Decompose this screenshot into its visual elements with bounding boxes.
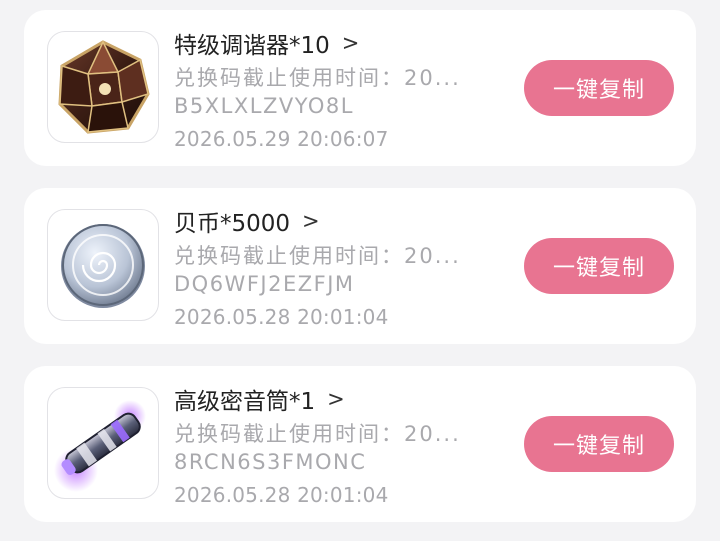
timestamp: 2026.05.28 20:01:04 bbox=[174, 483, 389, 507]
expiry-text: 兑换码截止使用时间：20... bbox=[174, 66, 461, 90]
gem-icon bbox=[58, 40, 150, 134]
chevron-right-icon: > bbox=[302, 208, 320, 233]
timestamp: 2026.05.28 20:01:04 bbox=[174, 305, 389, 329]
reward-title-link[interactable]: 高级密音筒*1 > bbox=[174, 382, 345, 416]
reward-title: 特级调谐器*10 bbox=[174, 33, 330, 59]
copy-button[interactable]: 一键复制 bbox=[524, 60, 674, 116]
reward-thumbnail[interactable] bbox=[47, 387, 159, 499]
reward-title: 高级密音筒*1 bbox=[174, 389, 316, 415]
reward-card: 高级密音筒*1 > 兑换码截止使用时间：20... 8RCN6S3FMONC 2… bbox=[24, 366, 696, 522]
coin-icon bbox=[61, 224, 145, 308]
reward-title: 贝币*5000 bbox=[174, 211, 291, 237]
copy-button[interactable]: 一键复制 bbox=[524, 416, 674, 472]
redeem-code: 8RCN6S3FMONC bbox=[174, 450, 367, 474]
reward-thumbnail[interactable] bbox=[47, 31, 159, 143]
redeem-code: DQ6WFJ2EZFJM bbox=[174, 272, 355, 296]
chevron-right-icon: > bbox=[341, 30, 360, 55]
reward-card: 特级调谐器*10 > 兑换码截止使用时间：20... B5XLXLZVYO8L … bbox=[24, 10, 696, 166]
timestamp: 2026.05.29 20:06:07 bbox=[174, 127, 389, 151]
expiry-text: 兑换码截止使用时间：20... bbox=[174, 422, 461, 446]
copy-button[interactable]: 一键复制 bbox=[524, 238, 674, 294]
chevron-right-icon: > bbox=[327, 386, 345, 411]
reward-thumbnail[interactable] bbox=[47, 209, 159, 321]
reward-card: 贝币*5000 > 兑换码截止使用时间：20... DQ6WFJ2EZFJM 2… bbox=[24, 188, 696, 344]
cylinder-icon bbox=[54, 400, 146, 492]
redeem-code: B5XLXLZVYO8L bbox=[174, 94, 354, 118]
expiry-text: 兑换码截止使用时间：20... bbox=[174, 244, 461, 268]
reward-title-link[interactable]: 贝币*5000 > bbox=[174, 204, 320, 238]
reward-title-link[interactable]: 特级调谐器*10 > bbox=[174, 26, 359, 60]
